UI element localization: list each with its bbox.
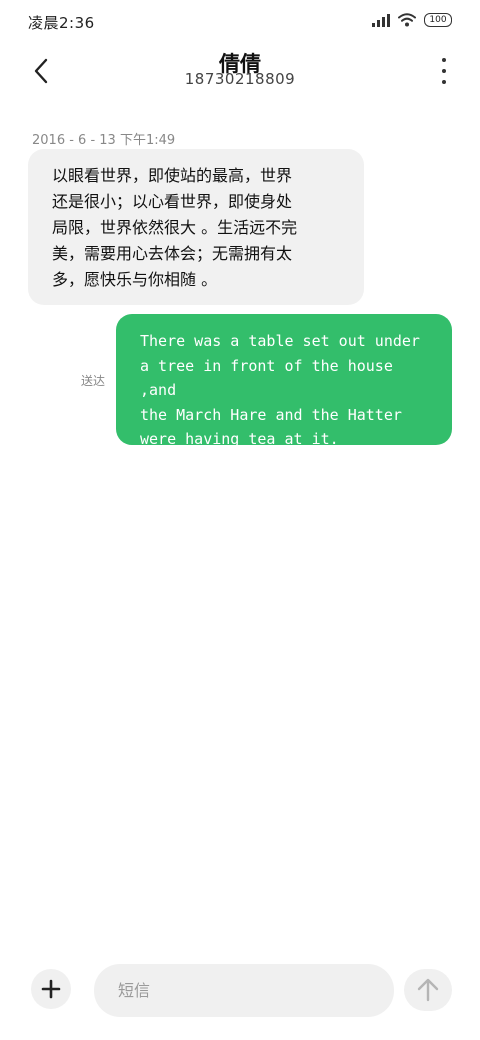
outgoing-message-bubble[interactable]: There was a table set out under a tree i… <box>116 314 452 448</box>
more-options-button[interactable] <box>436 58 452 84</box>
conversation-header: 倩倩 18730218809 <box>0 44 480 104</box>
message-timestamp: 2016 - 6 - 13 下午1:49 <box>32 133 176 148</box>
status-icons: 100 <box>372 13 452 27</box>
message-input[interactable] <box>94 964 394 1017</box>
messaging-screen: 凌晨2:36 100 倩倩 18730218809 2016 - 6 - 13 … <box>0 0 480 1040</box>
contact-phone-number: 18730218809 <box>184 70 296 88</box>
outgoing-message-text: There was a table set out under a tree i… <box>140 332 420 448</box>
delivery-status: 送达 <box>81 374 106 388</box>
incoming-message-text: 以眼看世界，即使站的最高，世界 还是很小；以心看世界，即使身处 局限，世界依然很… <box>52 166 298 289</box>
status-time: 凌晨2:36 <box>28 14 95 32</box>
wifi-icon <box>398 13 416 27</box>
status-bar: 凌晨2:36 100 <box>0 0 480 44</box>
plus-icon <box>41 979 61 999</box>
signal-icon <box>372 13 390 27</box>
send-button[interactable] <box>404 969 452 1011</box>
add-attachment-button[interactable] <box>31 969 71 1009</box>
more-vertical-icon <box>442 58 446 62</box>
battery-icon: 100 <box>424 13 452 27</box>
incoming-message-bubble[interactable]: 以眼看世界，即使站的最高，世界 还是很小；以心看世界，即使身处 局限，世界依然很… <box>28 149 364 305</box>
arrow-up-icon <box>417 978 439 1002</box>
